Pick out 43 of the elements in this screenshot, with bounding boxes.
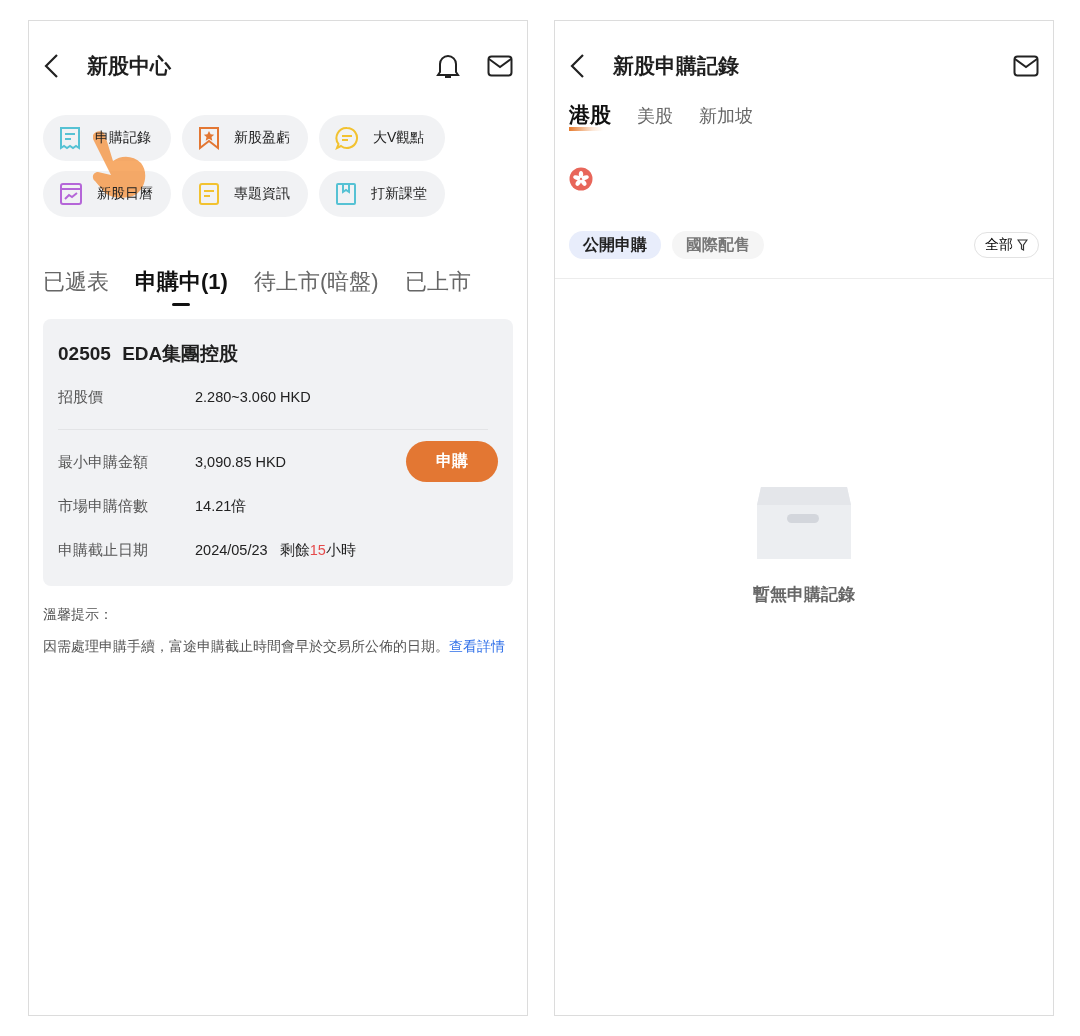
book-icon xyxy=(335,182,357,206)
page-title: 新股中心 xyxy=(87,53,172,79)
funnel-icon xyxy=(1017,239,1028,251)
status-tab[interactable]: 申購中(1) xyxy=(135,267,228,309)
market-tab[interactable]: 新加坡 xyxy=(699,101,753,131)
back-button[interactable] xyxy=(569,53,587,79)
shortcut-button[interactable]: 專題資訊 xyxy=(182,171,308,217)
notice-text: 因需處理申購手續，富途申購截止時間會早於交易所公佈的日期。查看詳情 xyxy=(42,637,506,656)
page-title: 新股申購記錄 xyxy=(613,53,740,79)
status-tab[interactable]: 待上市(暗盤) xyxy=(253,267,379,309)
shortcut-button[interactable]: 打新課堂 xyxy=(319,171,445,217)
chat-bubble-icon xyxy=(335,126,359,150)
market-tab[interactable]: 美股 xyxy=(637,101,673,131)
market-tab[interactable]: 港股 xyxy=(569,101,611,131)
back-button[interactable] xyxy=(43,53,61,79)
shortcut-button[interactable]: 新股盈虧 xyxy=(182,115,308,161)
stock-title: 02505 EDA集團控股 xyxy=(58,342,240,366)
field-value: 2024/05/23 剩餘15小時 xyxy=(195,540,356,560)
type-chip[interactable]: 國際配售 xyxy=(672,231,764,259)
details-link[interactable]: 查看詳情 xyxy=(449,638,505,654)
filter-button[interactable]: 全部 xyxy=(974,232,1039,258)
field-value: 3,090.85 HKD xyxy=(195,454,287,470)
type-chip[interactable]: 公開申購 xyxy=(569,231,661,259)
status-tab[interactable]: 已上市 xyxy=(404,267,471,309)
field-value: 14.21倍 xyxy=(195,496,247,516)
empty-message: 暫無申購記錄 xyxy=(753,584,855,606)
receipt-icon xyxy=(59,126,81,150)
bell-icon[interactable] xyxy=(435,52,461,80)
mail-icon[interactable] xyxy=(487,55,513,77)
notice-title: 溫馨提示： xyxy=(42,605,114,624)
bookmark-star-icon xyxy=(198,126,220,150)
mail-icon[interactable] xyxy=(1013,55,1039,77)
note-icon xyxy=(198,182,220,206)
field-label: 市場申購倍數 xyxy=(58,496,149,516)
flag-icon xyxy=(569,167,593,191)
status-tab[interactable]: 已遞表 xyxy=(43,267,109,309)
field-label: 申購截止日期 xyxy=(58,540,149,560)
field-label: 招股價 xyxy=(58,387,104,407)
field-value: 2.280~3.060 HKD xyxy=(195,389,311,405)
empty-box-icon xyxy=(757,487,851,561)
calendar-chart-icon xyxy=(59,182,83,206)
shortcut-button[interactable]: 大V觀點 xyxy=(319,115,445,161)
field-label: 最小申購金額 xyxy=(58,452,149,472)
